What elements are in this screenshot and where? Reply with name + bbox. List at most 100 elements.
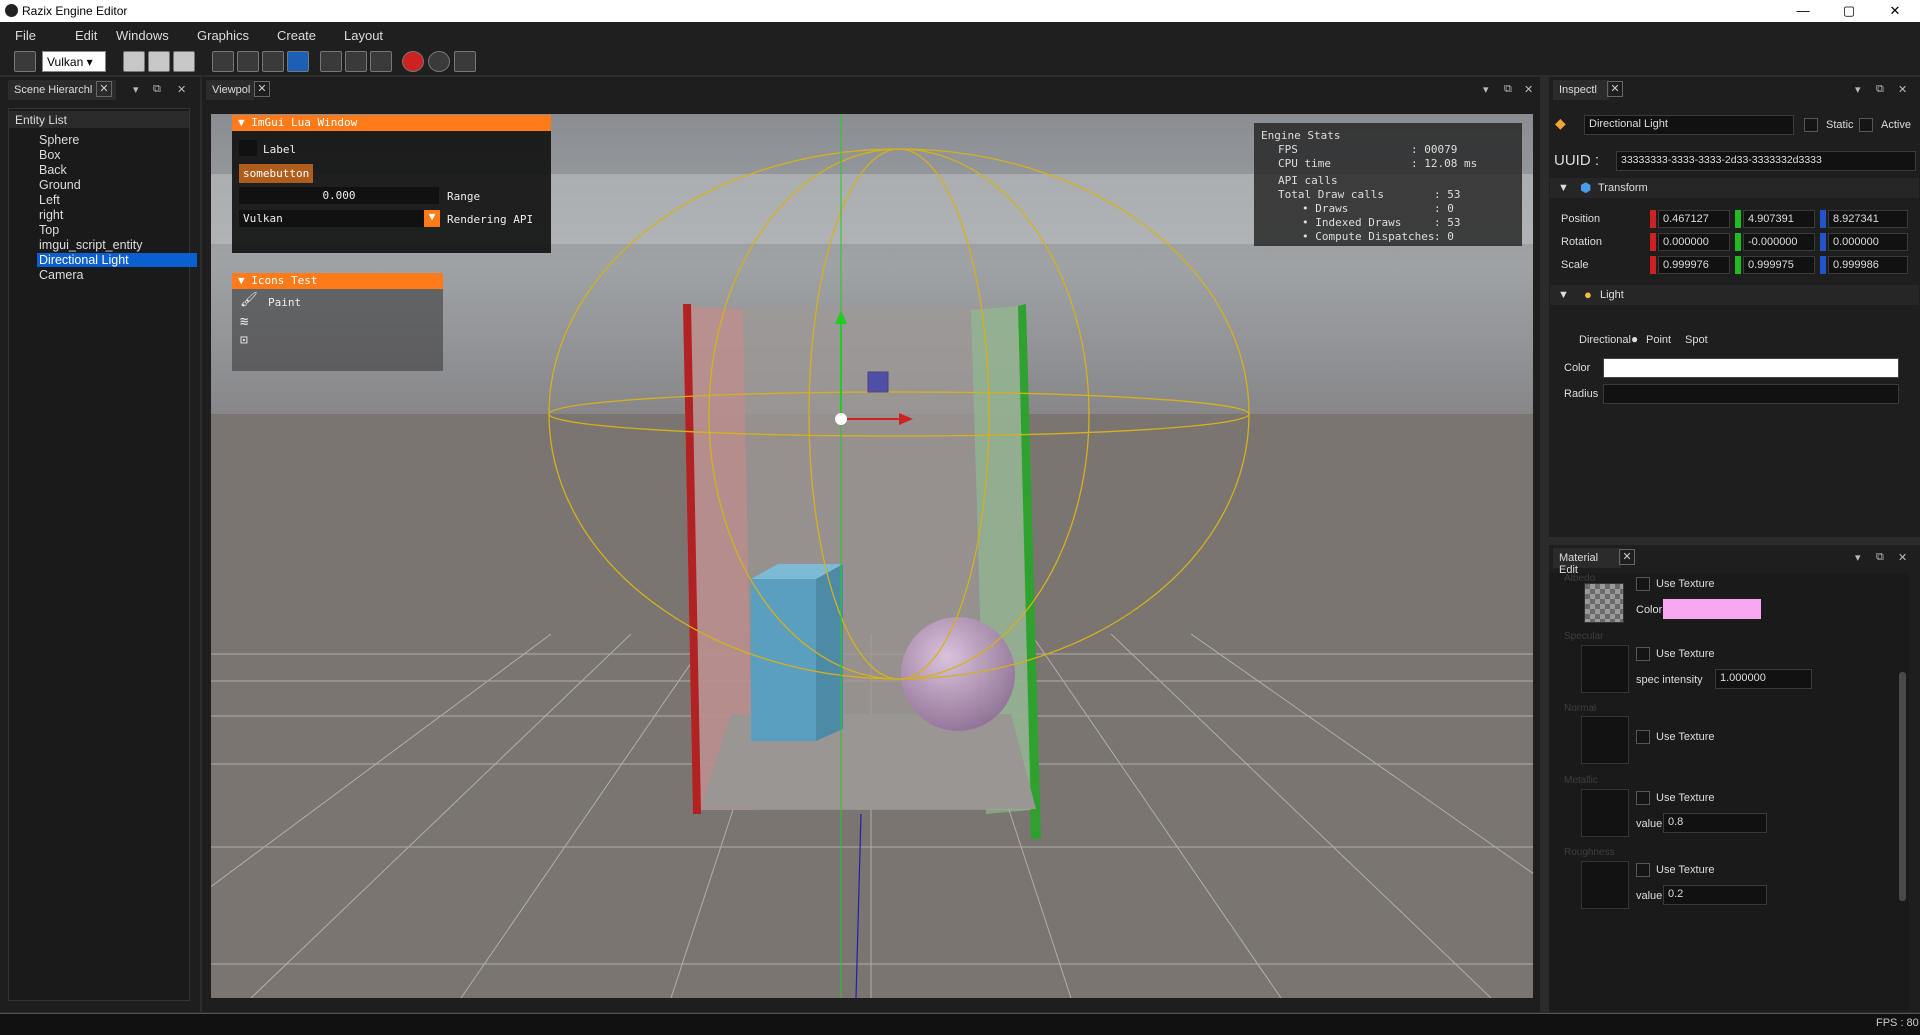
radio-selected-icon[interactable]: ●	[1631, 332, 1638, 346]
scale-z-field[interactable]: 0.999986	[1828, 256, 1908, 274]
spec-intensity-field[interactable]: 1.000000	[1715, 669, 1812, 689]
light-type-point[interactable]: Point	[1646, 334, 1671, 346]
tab-viewport[interactable]: Viewpol	[206, 80, 254, 100]
roughness-use-texture-checkbox[interactable]	[1636, 863, 1650, 877]
normal-use-texture-checkbox[interactable]	[1636, 730, 1650, 744]
undock-icon[interactable]: ⧉	[1876, 83, 1884, 96]
globe-icon[interactable]	[428, 51, 450, 72]
position-z-field[interactable]: 8.927341	[1828, 210, 1908, 228]
entity-top[interactable]: Top	[39, 223, 59, 237]
metallic-value-field[interactable]: 0.8	[1663, 813, 1767, 833]
new-scene-icon[interactable]	[123, 51, 145, 72]
axis-y-marker	[1735, 210, 1741, 228]
render-mode-3-icon[interactable]	[262, 51, 284, 72]
minimize-button[interactable]: —	[1780, 0, 1826, 22]
menu-create[interactable]: Create	[277, 28, 316, 43]
dock-menu-icon[interactable]: ▾	[133, 83, 139, 96]
tab-material-editor[interactable]: Material Edit	[1553, 548, 1621, 576]
scene-viewport[interactable]: ▼ ImGui Lua Window Label somebutton 0.00…	[211, 114, 1533, 998]
close-icon[interactable]: ✕	[1524, 83, 1533, 96]
scale-label: Scale	[1561, 259, 1589, 271]
undock-icon[interactable]: ⧉	[1876, 551, 1884, 564]
settings-icon[interactable]	[14, 51, 36, 72]
entity-imgui-script[interactable]: imgui_script_entity	[39, 238, 143, 252]
specular-use-texture-checkbox[interactable]	[1636, 647, 1650, 661]
rotation-y-field[interactable]: -0.000000	[1743, 233, 1815, 251]
minus-icon[interactable]	[287, 51, 309, 72]
active-checkbox[interactable]	[1859, 118, 1873, 132]
dock-menu-icon[interactable]: ▾	[1855, 551, 1861, 564]
albedo-use-texture-checkbox[interactable]	[1636, 577, 1650, 591]
dock-menu-icon[interactable]: ▾	[1483, 83, 1489, 96]
position-x-field[interactable]: 0.467127	[1658, 210, 1730, 228]
entity-back[interactable]: Back	[39, 163, 67, 177]
menu-windows[interactable]: Windows	[116, 28, 169, 43]
entity-name-field[interactable]: Directional Light	[1584, 115, 1794, 135]
entity-box[interactable]: Box	[39, 148, 61, 162]
label-checkbox[interactable]	[239, 140, 257, 156]
scale-gizmo-icon[interactable]	[370, 51, 392, 72]
close-icon[interactable]: ✕	[254, 81, 270, 97]
graphics-api-select[interactable]: Vulkan ▾	[42, 51, 106, 72]
light-header[interactable]: ▼ ● Light	[1550, 285, 1919, 305]
uuid-field[interactable]: 33333333-3333-3333-2d33-3333332d3333	[1616, 151, 1916, 171]
close-icon[interactable]: ✕	[1619, 549, 1635, 565]
light-type-spot[interactable]: Spot	[1685, 334, 1708, 346]
normal-texture-slot[interactable]	[1581, 716, 1629, 764]
chevron-down-icon: ▼	[1558, 289, 1569, 301]
open-scene-icon[interactable]	[148, 51, 170, 72]
rotation-x-field[interactable]: 0.000000	[1658, 233, 1730, 251]
render-mode-icon[interactable]	[212, 51, 234, 72]
entity-ground[interactable]: Ground	[39, 178, 81, 192]
light-type-directional[interactable]: Directional	[1579, 334, 1631, 346]
entity-camera[interactable]: Camera	[39, 268, 83, 282]
record-icon[interactable]	[402, 51, 424, 72]
undock-icon[interactable]: ⧉	[153, 83, 161, 96]
lua-window-header[interactable]: ▼ ImGui Lua Window	[232, 115, 551, 131]
menu-graphics[interactable]: Graphics	[197, 28, 249, 43]
entity-directional-light[interactable]: Directional Light	[37, 253, 197, 267]
translate-gizmo-icon[interactable]	[320, 51, 342, 72]
menu-edit[interactable]: Edit	[75, 28, 97, 43]
light-color-swatch[interactable]	[1603, 358, 1899, 378]
albedo-texture-slot[interactable]	[1584, 583, 1624, 623]
scale-y-field[interactable]: 0.999975	[1743, 256, 1815, 274]
tab-inspector[interactable]: Inspectl	[1553, 80, 1609, 100]
light-radius-field[interactable]	[1603, 384, 1899, 404]
close-icon[interactable]: ✕	[1607, 81, 1623, 97]
metallic-use-texture-checkbox[interactable]	[1636, 791, 1650, 805]
metallic-texture-slot[interactable]	[1581, 789, 1629, 837]
menu-file[interactable]: File	[15, 28, 36, 43]
somebutton-button[interactable]: somebutton	[239, 164, 314, 183]
specular-texture-slot[interactable]	[1581, 645, 1629, 693]
transform-header[interactable]: ▼ ⬢ Transform	[1550, 178, 1919, 198]
undock-icon[interactable]: ⧉	[1504, 83, 1512, 96]
menu-layout[interactable]: Layout	[344, 28, 383, 43]
albedo-color-swatch[interactable]	[1663, 599, 1761, 619]
material-scrollbar[interactable]	[1899, 672, 1906, 901]
static-checkbox[interactable]	[1804, 118, 1818, 132]
save-scene-icon[interactable]	[173, 51, 195, 72]
entity-right[interactable]: right	[39, 208, 63, 222]
entity-left[interactable]: Left	[39, 193, 60, 207]
close-icon[interactable]: ✕	[96, 81, 112, 97]
rendering-api-combo[interactable]: Vulkan	[239, 210, 439, 227]
render-mode-2-icon[interactable]	[237, 51, 259, 72]
maximize-button[interactable]: ▢	[1826, 0, 1872, 22]
rotation-z-field[interactable]: 0.000000	[1828, 233, 1908, 251]
chevron-down-icon[interactable]: ▼	[424, 210, 440, 227]
roughness-texture-slot[interactable]	[1581, 861, 1629, 909]
close-icon[interactable]: ✕	[177, 83, 186, 96]
close-window-button[interactable]: ✕	[1872, 0, 1918, 22]
dock-menu-icon[interactable]: ▾	[1855, 83, 1861, 96]
entity-sphere[interactable]: Sphere	[39, 133, 79, 147]
rotate-gizmo-icon[interactable]	[345, 51, 367, 72]
close-icon[interactable]: ✕	[1898, 551, 1907, 564]
position-y-field[interactable]: 4.907391	[1743, 210, 1815, 228]
close-icon[interactable]: ✕	[1898, 83, 1907, 96]
roughness-value-field[interactable]: 0.2	[1663, 885, 1767, 905]
scale-x-field[interactable]: 0.999976	[1658, 256, 1730, 274]
grid-icon[interactable]	[454, 51, 476, 72]
icons-window-header[interactable]: ▼ Icons Test	[232, 273, 443, 289]
range-slider[interactable]: 0.000	[239, 187, 439, 204]
